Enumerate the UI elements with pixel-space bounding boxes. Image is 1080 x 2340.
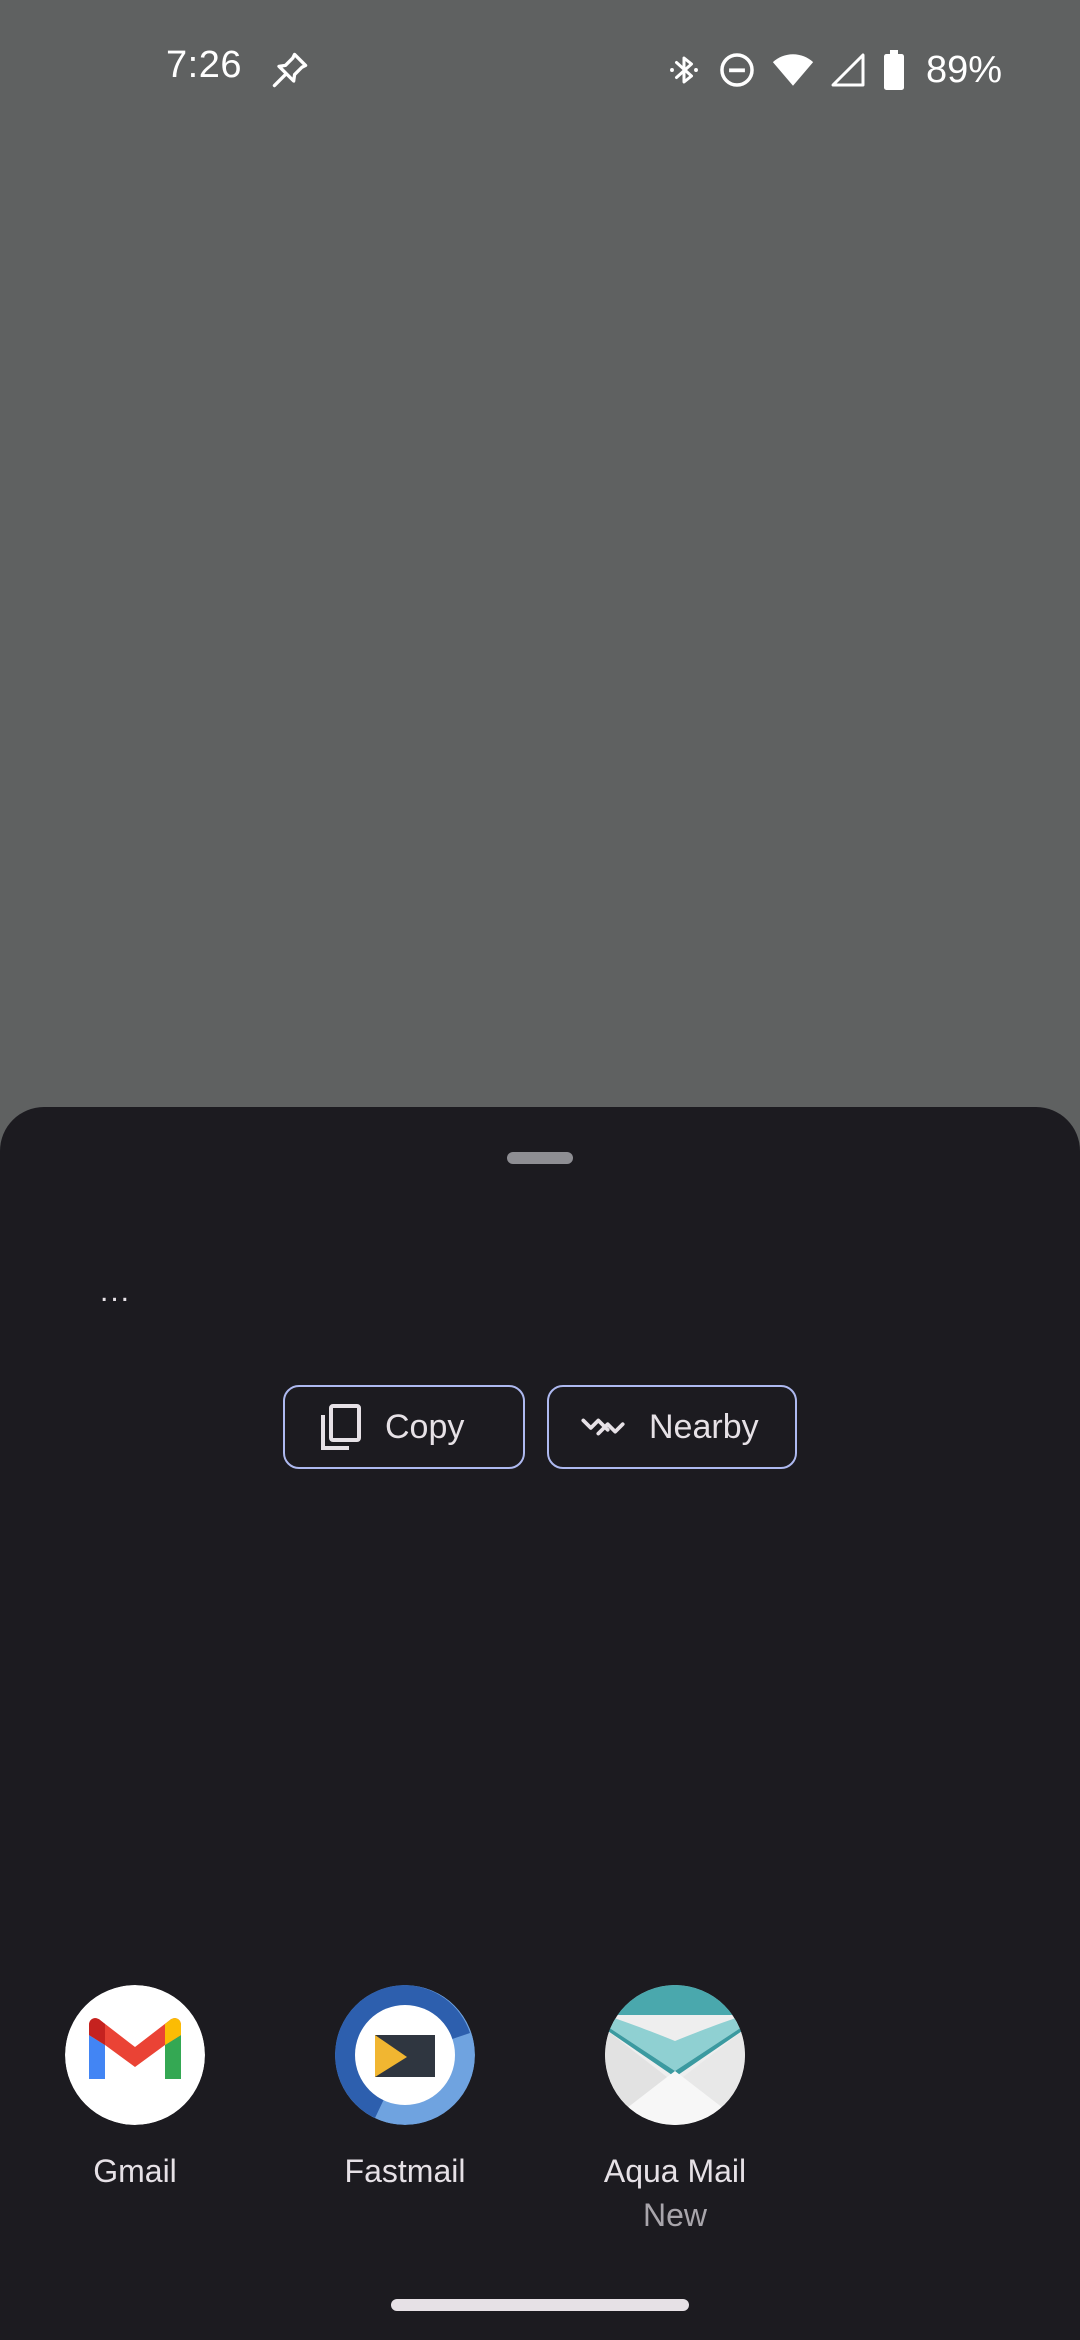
do-not-disturb-icon xyxy=(718,51,756,89)
share-preview-text: ... xyxy=(100,1275,132,1308)
nearby-share-icon xyxy=(579,1403,627,1451)
share-target-aqua-mail[interactable]: Aqua Mail New xyxy=(565,1977,785,2239)
aqua-mail-label: Aqua Mail xyxy=(603,2153,747,2189)
nearby-share-button[interactable]: Nearby xyxy=(547,1385,797,1469)
bluetooth-icon xyxy=(666,50,702,90)
cellular-signal-icon xyxy=(830,52,866,88)
copy-button[interactable]: Copy xyxy=(283,1385,525,1469)
nearby-share-button-label: Nearby xyxy=(649,1407,759,1446)
status-bar: 7:26 89% xyxy=(0,0,1080,140)
aqua-mail-icon xyxy=(605,1985,745,2125)
screen: 7:26 89% ... Copy Nearby Gmail Fastmail … xyxy=(0,0,1080,2340)
gmail-icon xyxy=(65,1985,205,2125)
battery-icon xyxy=(882,50,906,90)
copy-icon xyxy=(317,1403,365,1451)
fastmail-icon xyxy=(335,1985,475,2125)
sheet-drag-handle[interactable] xyxy=(507,1152,573,1164)
wifi-icon xyxy=(772,52,814,88)
gmail-label: Gmail xyxy=(93,2153,177,2189)
share-target-gmail[interactable]: Gmail xyxy=(25,1977,245,2191)
fastmail-label: Fastmail xyxy=(344,2153,466,2189)
status-time: 7:26 xyxy=(166,44,242,86)
share-sheet: ... Copy Nearby Gmail Fastmail Aqua Mail… xyxy=(0,1107,1080,2340)
copy-button-label: Copy xyxy=(385,1407,465,1446)
pin-icon xyxy=(268,48,312,92)
share-target-fastmail[interactable]: Fastmail xyxy=(295,1977,515,2191)
gesture-nav-handle[interactable] xyxy=(391,2299,689,2311)
aqua-mail-badge: New xyxy=(642,2197,707,2233)
status-icons: 89% xyxy=(666,46,1002,94)
battery-percent: 89% xyxy=(925,48,1002,91)
